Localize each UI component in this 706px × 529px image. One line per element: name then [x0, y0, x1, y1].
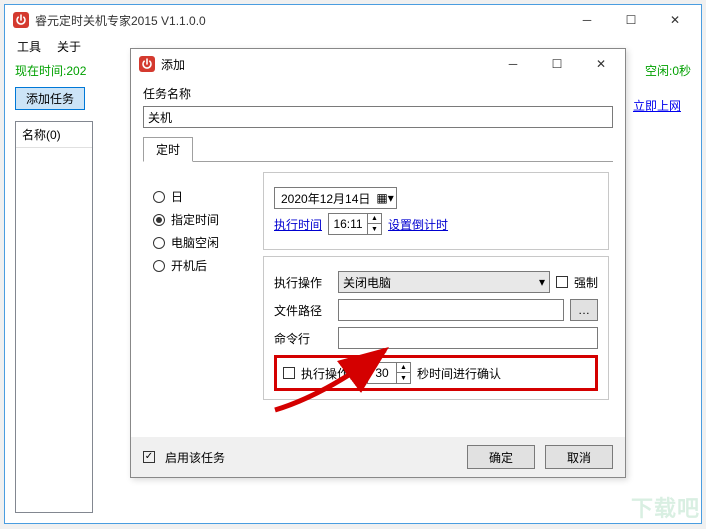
file-path-label: 文件路径	[274, 302, 332, 319]
date-picker[interactable]: 2020年12月14日 ▦▾	[274, 187, 397, 209]
minimize-button[interactable]: ─	[565, 6, 609, 34]
go-online-link[interactable]: 立即上网	[633, 97, 681, 114]
force-label: 强制	[574, 274, 598, 291]
menu-about[interactable]: 关于	[51, 36, 87, 57]
confirm-row-highlight: 执行操作前 ▲▼ 秒时间进行确认	[274, 355, 598, 391]
spin-down-icon[interactable]: ▼	[396, 373, 410, 383]
close-button[interactable]: ✕	[653, 6, 697, 34]
cmd-input[interactable]	[338, 327, 598, 349]
exec-action-label: 执行操作	[274, 274, 332, 291]
main-titlebar: 睿元定时关机专家2015 V1.1.0.0 ─ ☐ ✕	[5, 5, 701, 35]
timer-mode-radios: 日 指定时间 电脑空闲 开机后	[147, 172, 247, 400]
exec-time-label[interactable]: 执行时间	[274, 216, 322, 233]
enable-task-checkbox[interactable]	[143, 451, 155, 463]
spin-up-icon[interactable]: ▲	[396, 363, 410, 373]
task-list: 名称(0)	[15, 121, 93, 513]
dialog-close-button[interactable]: ✕	[579, 50, 623, 78]
dialog-title: 添加	[161, 56, 491, 73]
watermark: 下载吧	[631, 491, 700, 523]
dialog-footer: 启用该任务 确定 取消	[131, 437, 625, 477]
current-time-label: 现在时间:202	[15, 62, 86, 79]
dialog-icon	[139, 56, 155, 72]
idle-time-label: 空闲:0秒	[645, 62, 691, 79]
task-name-input[interactable]	[143, 106, 613, 128]
schedule-fieldset: 2020年12月14日 ▦▾ 执行时间 ▲▼ 设置倒计时	[263, 172, 609, 250]
exec-time-spinner[interactable]: ▲▼	[328, 213, 382, 235]
radio-after-boot[interactable]	[153, 260, 165, 272]
tab-strip: 定时	[143, 136, 613, 162]
radio-day[interactable]	[153, 191, 165, 203]
cancel-button[interactable]: 取消	[545, 445, 613, 469]
file-path-input[interactable]	[338, 299, 564, 321]
radio-idle[interactable]	[153, 237, 165, 249]
ok-button[interactable]: 确定	[467, 445, 535, 469]
confirm-suffix: 秒时间进行确认	[417, 365, 501, 382]
confirm-checkbox[interactable]	[283, 367, 295, 379]
chevron-down-icon: ▾	[539, 275, 545, 289]
tab-timer[interactable]: 定时	[143, 137, 193, 162]
dialog-maximize-button[interactable]: ☐	[535, 50, 579, 78]
set-countdown-link[interactable]: 设置倒计时	[388, 216, 448, 233]
menu-tools[interactable]: 工具	[11, 36, 47, 57]
spin-up-icon[interactable]: ▲	[367, 214, 381, 224]
add-task-button[interactable]: 添加任务	[15, 87, 85, 110]
dialog-titlebar: 添加 ─ ☐ ✕	[131, 49, 625, 79]
enable-task-label: 启用该任务	[165, 449, 225, 466]
force-checkbox[interactable]	[556, 276, 568, 288]
spin-down-icon[interactable]: ▼	[367, 224, 381, 234]
task-list-header: 名称(0)	[16, 122, 92, 148]
dialog-minimize-button[interactable]: ─	[491, 50, 535, 78]
radio-fixed-time[interactable]	[153, 214, 165, 226]
main-title: 睿元定时关机专家2015 V1.1.0.0	[35, 12, 565, 29]
app-icon	[13, 12, 29, 28]
calendar-icon: ▦▾	[376, 191, 393, 205]
action-fieldset: 执行操作 关闭电脑 ▾ 强制 文件路径 … 命令行	[263, 256, 609, 400]
task-name-label: 任务名称	[143, 85, 613, 102]
exec-action-select[interactable]: 关闭电脑 ▾	[338, 271, 550, 293]
add-task-dialog: 添加 ─ ☐ ✕ 任务名称 定时 日 指定时间 电脑空闲 开机后	[130, 48, 626, 478]
confirm-prefix: 执行操作前	[301, 365, 361, 382]
cmd-label: 命令行	[274, 330, 332, 347]
maximize-button[interactable]: ☐	[609, 6, 653, 34]
browse-button[interactable]: …	[570, 299, 598, 321]
confirm-seconds-spinner[interactable]: ▲▼	[367, 362, 411, 384]
